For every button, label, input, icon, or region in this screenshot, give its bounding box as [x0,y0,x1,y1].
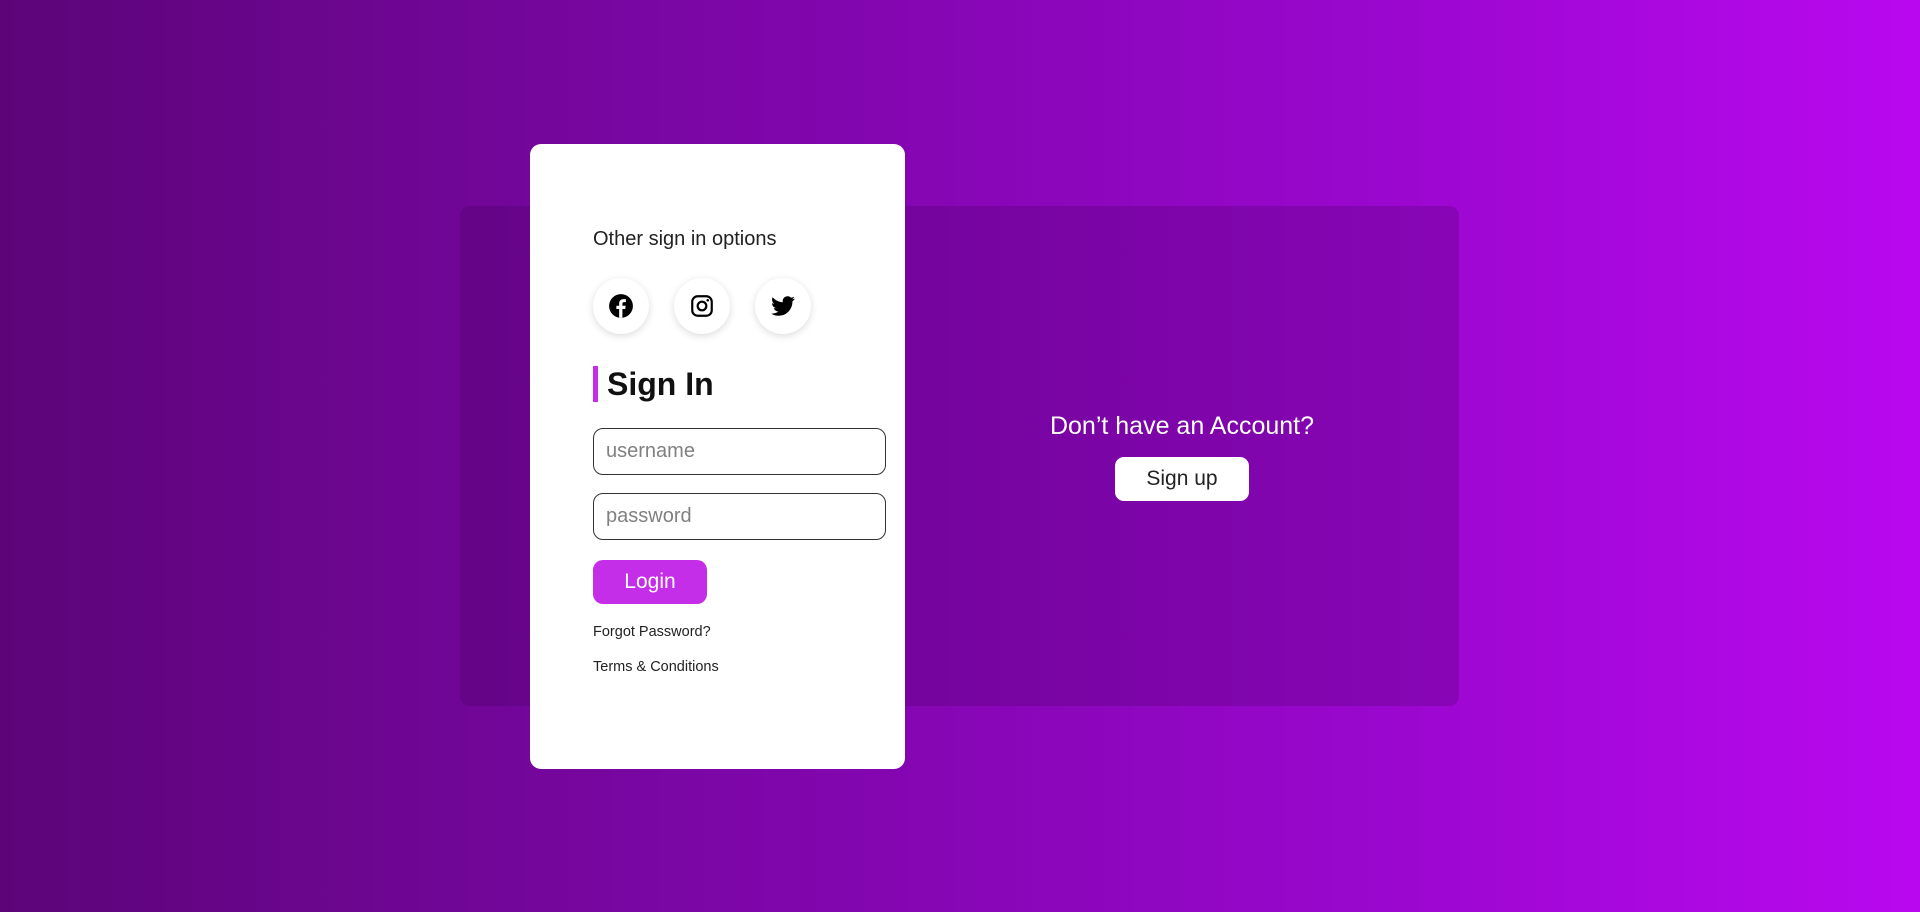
signin-heading: Sign In [607,365,714,402]
terms-conditions-link[interactable]: Terms & Conditions [593,659,893,675]
signup-panel: Don’t have an Account? Sign up [905,206,1459,706]
signup-prompt: Don’t have an Account? [1049,411,1315,440]
social-signin-buttons [593,278,893,334]
signup-button[interactable]: Sign up [1115,456,1249,501]
twitter-icon [770,293,796,319]
password-input[interactable] [593,493,886,540]
instagram-signin-button[interactable] [674,278,730,334]
signin-card: Other sign in options Sign In username L… [530,144,905,769]
twitter-signin-button[interactable] [755,278,811,334]
login-button[interactable]: Login [593,560,707,604]
other-signin-options-label: Other sign in options [593,228,777,250]
signin-form: Other sign in options Sign In username L… [593,228,893,675]
signin-heading-wrap: Sign In [593,366,893,402]
forgot-password-link[interactable]: Forgot Password? [593,624,893,640]
username-input[interactable] [593,428,886,475]
heading-accent-bar [593,366,598,402]
facebook-icon [608,293,634,319]
instagram-icon [689,293,715,319]
facebook-signin-button[interactable] [593,278,649,334]
